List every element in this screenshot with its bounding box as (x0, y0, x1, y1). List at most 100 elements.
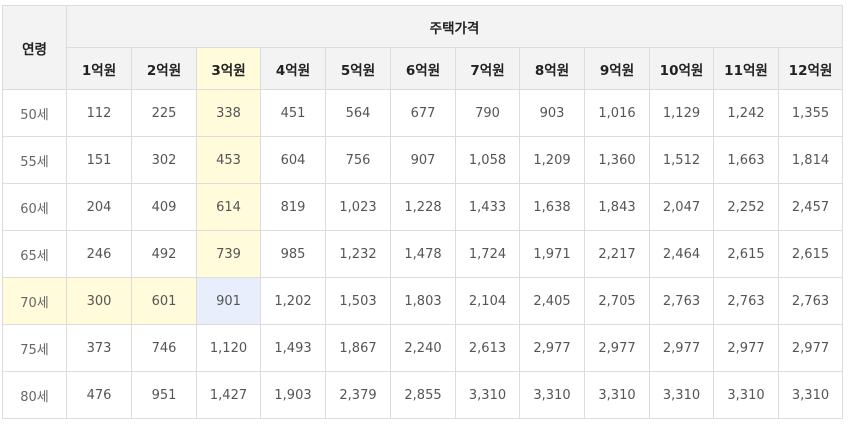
table-cell: 2,977 (649, 324, 714, 372)
table-cell: 204 (66, 183, 132, 231)
table-cell: 3,310 (584, 371, 650, 419)
table-cell: 3,310 (713, 371, 779, 419)
table-cell: 1,232 (325, 230, 391, 278)
pension-table-container: 연령 주택가격 1억원 2억원 3억원 4억원 5억원 6억원 7억원 8억원 9억원 10억원 1… (2, 5, 843, 419)
age-row-header: 70세 (2, 277, 67, 325)
table-cell: 1,803 (390, 277, 456, 325)
age-column-header: 연령 (2, 5, 67, 90)
table-cell: 1,427 (196, 371, 261, 419)
table-cell: 677 (390, 89, 456, 137)
price-column-header: 11억원 (713, 47, 779, 90)
age-row-header: 80세 (2, 371, 67, 419)
age-row-header: 50세 (2, 89, 67, 137)
table-cell: 302 (131, 136, 197, 184)
table-cell: 1,016 (584, 89, 650, 137)
table-cell: 604 (260, 136, 326, 184)
table-cell: 1,867 (325, 324, 391, 372)
table-cell: 1,478 (390, 230, 456, 278)
table-cell: 2,705 (584, 277, 650, 325)
table-cell: 2,240 (390, 324, 456, 372)
table-cell: 756 (325, 136, 391, 184)
table-cell: 2,977 (713, 324, 779, 372)
table-cell: 2,763 (713, 277, 779, 325)
table-cell: 3,310 (778, 371, 843, 419)
price-header-row: 1억원 2억원 3억원 4억원 5억원 6억원 7억원 8억원 9억원 10억원 11억원 12억원 (3, 47, 843, 90)
table-cell: 901 (196, 277, 261, 325)
table-row: 55세 151 302 453 604 756 907 1,058 1,209 1,360 1,51… (2, 136, 843, 184)
table-cell: 1,724 (455, 230, 520, 278)
price-column-header: 7억원 (455, 47, 520, 90)
table-cell: 3,310 (519, 371, 585, 419)
table-cell: 1,058 (455, 136, 520, 184)
pension-table: 연령 주택가격 1억원 2억원 3억원 4억원 5억원 6억원 7억원 8억원 9억원 10억원 1… (2, 5, 843, 419)
table-row: 80세 476 951 1,427 1,903 2,379 2,855 3,310 3,310 3… (2, 371, 843, 419)
table-cell: 2,977 (519, 324, 585, 372)
price-column-header: 3억원 (196, 47, 261, 90)
table-cell: 151 (66, 136, 132, 184)
table-cell: 300 (66, 277, 132, 325)
table-cell: 1,638 (519, 183, 585, 231)
price-column-header: 5억원 (325, 47, 391, 90)
table-cell: 1,512 (649, 136, 714, 184)
table-cell: 373 (66, 324, 132, 372)
table-cell: 338 (196, 89, 261, 137)
table-cell: 1,663 (713, 136, 779, 184)
table-cell: 1,903 (260, 371, 326, 419)
table-cell: 3,310 (455, 371, 520, 419)
table-cell: 951 (131, 371, 197, 419)
table-cell: 614 (196, 183, 261, 231)
table-cell: 1,209 (519, 136, 585, 184)
table-cell: 564 (325, 89, 391, 137)
table-header: 연령 주택가격 1억원 2억원 3억원 4억원 5억원 6억원 7억원 8억원 9억원 10억원 1… (2, 5, 843, 90)
house-price-group-header: 주택가격 (66, 5, 843, 48)
table-cell: 746 (131, 324, 197, 372)
table-cell: 1,503 (325, 277, 391, 325)
table-cell: 1,242 (713, 89, 779, 137)
table-cell: 2,104 (455, 277, 520, 325)
table-cell: 985 (260, 230, 326, 278)
table-cell: 1,120 (196, 324, 261, 372)
age-row-header: 60세 (2, 183, 67, 231)
table-cell: 2,615 (778, 230, 843, 278)
table-cell: 739 (196, 230, 261, 278)
table-cell: 3,310 (649, 371, 714, 419)
table-cell: 2,977 (778, 324, 843, 372)
table-cell: 2,405 (519, 277, 585, 325)
table-cell: 1,355 (778, 89, 843, 137)
table-body: 50세 112 225 338 451 564 677 790 903 1,016 1,129 1,2… (2, 89, 843, 419)
table-cell: 453 (196, 136, 261, 184)
table-cell: 2,977 (584, 324, 650, 372)
table-cell: 246 (66, 230, 132, 278)
table-cell: 1,228 (390, 183, 456, 231)
table-cell: 1,202 (260, 277, 326, 325)
table-cell: 2,457 (778, 183, 843, 231)
table-row: 60세 204 409 614 819 1,023 1,228 1,433 1,638 1,843… (2, 183, 843, 231)
price-column-header: 1억원 (66, 47, 132, 90)
table-cell: 112 (66, 89, 132, 137)
price-column-header: 10억원 (649, 47, 714, 90)
table-cell: 903 (519, 89, 585, 137)
table-cell: 2,252 (713, 183, 779, 231)
table-cell: 225 (131, 89, 197, 137)
table-row: 50세 112 225 338 451 564 677 790 903 1,016 1,129 1,2… (2, 89, 843, 137)
table-row: 70세 300 601 901 1,202 1,503 1,803 2,104 2,405 2,7… (2, 277, 843, 325)
table-cell: 819 (260, 183, 326, 231)
table-cell: 2,613 (455, 324, 520, 372)
table-cell: 1,023 (325, 183, 391, 231)
table-cell: 1,360 (584, 136, 650, 184)
table-cell: 409 (131, 183, 197, 231)
price-column-header: 2억원 (131, 47, 197, 90)
table-cell: 1,129 (649, 89, 714, 137)
table-cell: 790 (455, 89, 520, 137)
age-row-header: 75세 (2, 324, 67, 372)
price-column-header: 8억원 (519, 47, 585, 90)
price-column-header: 4억원 (260, 47, 326, 90)
age-row-header: 55세 (2, 136, 67, 184)
table-cell: 451 (260, 89, 326, 137)
table-cell: 1,433 (455, 183, 520, 231)
table-cell: 2,047 (649, 183, 714, 231)
age-row-header: 65세 (2, 230, 67, 278)
table-cell: 907 (390, 136, 456, 184)
table-cell: 492 (131, 230, 197, 278)
price-column-header: 6억원 (390, 47, 456, 90)
